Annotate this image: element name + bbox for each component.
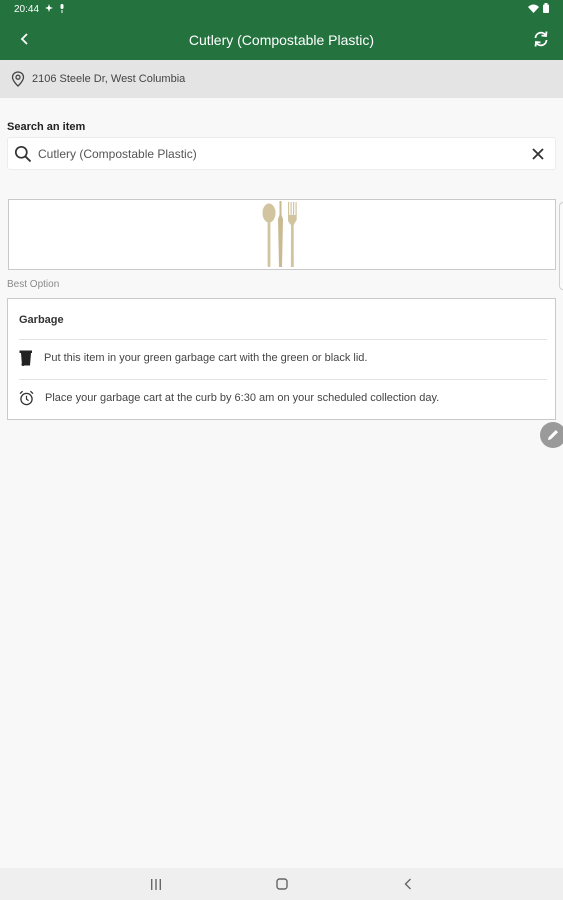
search-icon	[14, 145, 32, 162]
close-icon	[532, 147, 544, 160]
nav-back-button[interactable]	[395, 871, 421, 897]
pencil-icon	[548, 430, 558, 440]
back-button[interactable]	[14, 28, 36, 50]
battery-icon	[543, 3, 549, 16]
instruction-text: Place your garbage cart at the curb by 6…	[45, 392, 440, 404]
side-tab[interactable]	[559, 202, 563, 290]
home-button[interactable]	[269, 871, 295, 897]
chevron-left-icon	[20, 33, 28, 45]
refresh-icon	[534, 31, 548, 47]
page-title: Cutlery (Compostable Plastic)	[188, 31, 375, 48]
search-input[interactable]	[38, 146, 527, 161]
divider	[19, 379, 547, 380]
search-label: Search an item	[7, 121, 86, 133]
status-bar: 20:44	[0, 0, 563, 19]
clear-search-button[interactable]	[527, 143, 549, 165]
mic-icon	[59, 3, 65, 16]
item-image	[8, 199, 556, 270]
edit-button[interactable]	[540, 422, 563, 448]
status-time: 20:44	[14, 4, 40, 15]
disposal-heading: Garbage	[19, 314, 64, 326]
location-pin-icon	[11, 71, 25, 87]
address-bar[interactable]: 2106 Steele Dr, West Columbia	[0, 60, 563, 98]
instruction-row: Place your garbage cart at the curb by 6…	[19, 390, 439, 406]
app-bar: Cutlery (Compostable Plastic)	[0, 19, 563, 60]
alarm-clock-icon	[19, 390, 34, 406]
disposal-card: Garbage Put this item in your green garb…	[7, 298, 556, 420]
divider	[19, 339, 547, 340]
home-icon	[275, 878, 288, 890]
wifi-icon	[528, 4, 539, 16]
cutlery-icon	[262, 200, 297, 267]
search-box	[7, 137, 556, 170]
recents-button[interactable]	[143, 871, 169, 897]
recents-icon	[150, 878, 161, 890]
garbage-cart-icon	[19, 350, 32, 366]
instruction-row: Put this item in your green garbage cart…	[19, 350, 367, 366]
instruction-text: Put this item in your green garbage cart…	[44, 352, 368, 364]
best-option-label: Best Option	[7, 279, 60, 290]
address-text: 2106 Steele Dr, West Columbia	[32, 73, 186, 85]
system-nav-bar	[0, 868, 563, 900]
notification-icon	[45, 4, 54, 15]
refresh-button[interactable]	[529, 27, 553, 51]
back-icon	[404, 878, 411, 890]
